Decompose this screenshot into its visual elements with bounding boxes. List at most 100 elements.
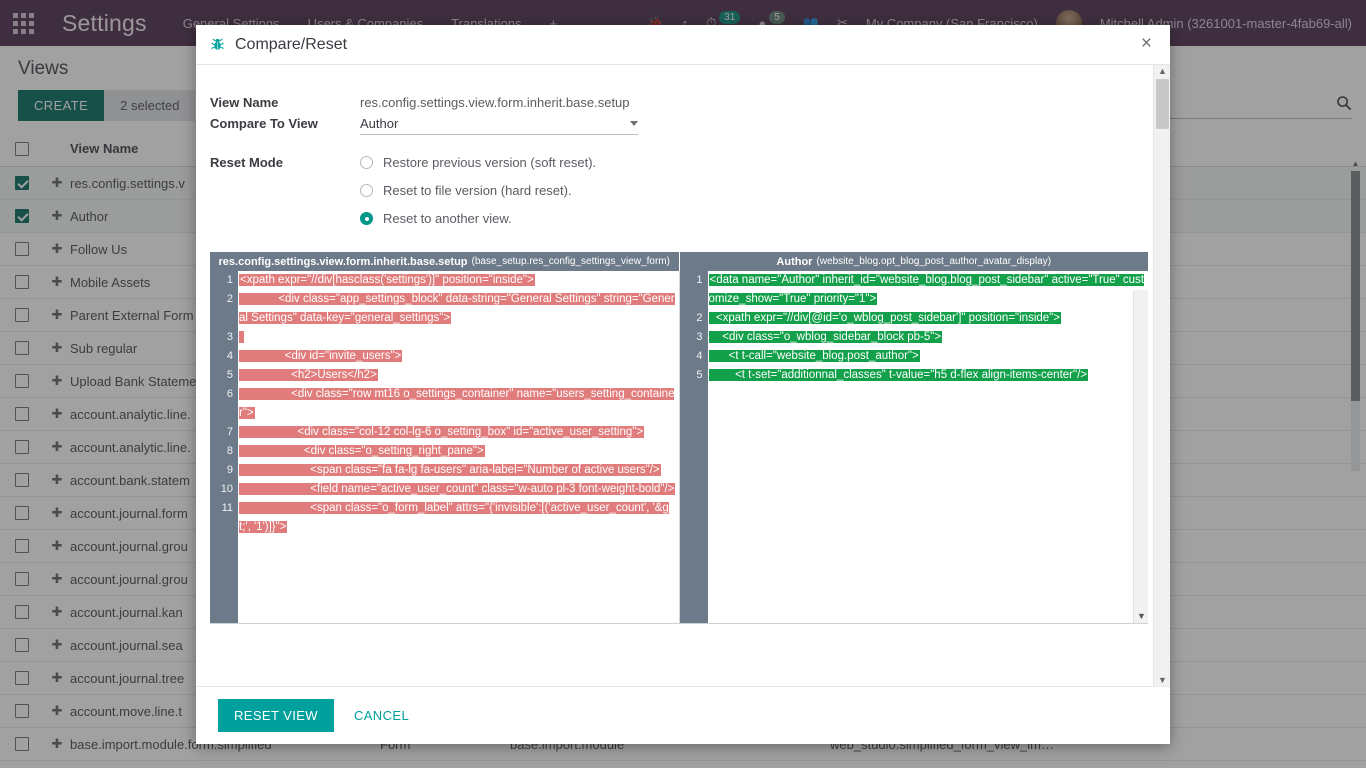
dialog-scroll-up-icon[interactable]: ▲: [1154, 66, 1170, 76]
reset-mode-option-label: Restore previous version (soft reset).: [383, 155, 597, 170]
diff-line-number: 1: [226, 274, 233, 286]
diff-line: [239, 328, 677, 347]
compare-to-view-row: Compare To View Author: [210, 116, 1148, 135]
reset-mode-label: Reset Mode: [210, 155, 283, 170]
diff-line-number: 9: [226, 464, 233, 476]
diff-line-text: <div class="col-12 col-lg-6 o_setting_bo…: [239, 426, 645, 438]
diff-line-text: <h2>Users</h2>: [239, 369, 378, 381]
diff-line-text: <div class="app_settings_block" data-str…: [239, 293, 675, 324]
diff-line-text: <data name="Author" inherit_id="website_…: [708, 274, 1145, 305]
diff-right-pane: 1 2 3 4 5 <data name="Author" inherit_id="we…: [679, 271, 1149, 623]
diff-line-text: <div class="o_wblog_sidebar_block pb-5">: [708, 331, 943, 343]
diff-vertical-scrollbar[interactable]: ▼: [1133, 290, 1148, 623]
dialog-footer: RESET VIEW CANCEL: [196, 686, 1170, 744]
diff-right-code: <data name="Author" inherit_id="website_…: [708, 271, 1149, 623]
compare-to-view-value: Author: [360, 116, 399, 131]
diff-line: <t t-call="website_blog.post_author">: [708, 347, 1147, 366]
diff-line-number: 1: [696, 274, 703, 286]
dialog-body: View Name res.config.settings.view.form.…: [196, 65, 1170, 686]
diff-line: <data name="Author" inherit_id="website_…: [708, 271, 1147, 309]
diff-gutter-filler: [210, 537, 233, 623]
diff-line-number: 10: [220, 483, 233, 495]
dialog-title: Compare/Reset: [235, 35, 348, 53]
diff-line-text: <div id="invite_users">: [239, 350, 403, 362]
cancel-button[interactable]: CANCEL: [348, 707, 415, 724]
diff-line: <div class="app_settings_block" data-str…: [239, 290, 677, 328]
diff-line-number: 2: [226, 293, 233, 305]
diff-line-number: 6: [226, 388, 233, 400]
view-name-row: View Name res.config.settings.view.form.…: [210, 95, 1148, 110]
radio-button[interactable]: [360, 156, 373, 169]
compare-to-view-select[interactable]: Author: [360, 116, 638, 135]
diff-line-number: 4: [696, 350, 703, 362]
reset-view-button[interactable]: RESET VIEW: [218, 699, 334, 732]
diff-left-subtitle: (base_setup.res_config_settings_view_for…: [471, 256, 670, 267]
diff-line-text: <xpath expr="//div[@id='o_wblog_post_sid…: [708, 312, 1061, 324]
radio-button[interactable]: [360, 184, 373, 197]
chevron-down-icon: [630, 121, 638, 126]
reset-mode-group: Reset Mode Restore previous version (sof…: [210, 155, 1148, 226]
diff-line-text: [239, 331, 245, 343]
reset-mode-option-2[interactable]: Reset to another view.: [360, 211, 596, 226]
compare-reset-dialog: Compare/Reset × View Name res.config.set…: [196, 25, 1170, 744]
diff-line-text: <field name="active_user_count" class="w…: [239, 483, 676, 495]
diff-right-line-numbers: 1 2 3 4 5: [679, 271, 708, 623]
diff-line-number: 2: [696, 312, 703, 324]
diff-right-subtitle: (website_blog.opt_blog_post_author_avata…: [816, 256, 1052, 267]
diff-line-number: 7: [226, 426, 233, 438]
diff-line: <xpath expr="//div[@id='o_wblog_post_sid…: [708, 309, 1147, 328]
diff-header: res.config.settings.view.form.inherit.ba…: [210, 252, 1148, 271]
diff-line-text: <span class="o_form_label" attrs="{'invi…: [239, 502, 669, 533]
diff-line: <xpath expr="//div[hasclass('settings')]…: [239, 271, 677, 290]
radio-button[interactable]: [360, 212, 373, 225]
compare-to-view-label: Compare To View: [210, 116, 318, 131]
diff-line-number: 5: [696, 369, 703, 381]
diff-viewer: res.config.settings.view.form.inherit.ba…: [210, 252, 1148, 624]
diff-gutter-filler: [680, 385, 703, 623]
diff-line: <div class="o_setting_right_pane">: [239, 442, 677, 461]
diff-line-number: 3: [226, 331, 233, 343]
reset-mode-option-0[interactable]: Restore previous version (soft reset).: [360, 155, 596, 170]
diff-right-header: Author (website_blog.opt_blog_post_autho…: [680, 252, 1149, 271]
diff-line-text: <div class="o_setting_right_pane">: [239, 445, 485, 457]
diff-line: <h2>Users</h2>: [239, 366, 677, 385]
diff-line: <div class="o_wblog_sidebar_block pb-5">: [708, 328, 1147, 347]
view-name-label: View Name: [210, 95, 279, 110]
close-icon[interactable]: ×: [1135, 31, 1158, 57]
diff-line-number: 3: [696, 331, 703, 343]
diff-line-text: <div class="row mt16 o_settings_containe…: [239, 388, 675, 419]
diff-content: 1 2 3 4 5 6 7 8 9 10 11 <xpath expr="//div[hasclas…: [210, 271, 1148, 623]
diff-line-text: <xpath expr="//div[hasclass('settings')]…: [239, 274, 535, 286]
view-name-value: res.config.settings.view.form.inherit.ba…: [360, 95, 630, 110]
diff-line: <div id="invite_users">: [239, 347, 677, 366]
diff-line-text: <span class="fa fa-lg fa-users" aria-lab…: [239, 464, 661, 476]
diff-left-code: <xpath expr="//div[hasclass('settings')]…: [238, 271, 679, 623]
diff-line-text: <t t-set="additionnal_classes" t-value="…: [708, 369, 1088, 381]
diff-line: <field name="active_user_count" class="w…: [239, 480, 677, 499]
diff-left-line-numbers: 1 2 3 4 5 6 7 8 9 10 11: [210, 271, 238, 623]
diff-line: <div class="col-12 col-lg-6 o_setting_bo…: [239, 423, 677, 442]
diff-line-number: 5: [226, 369, 233, 381]
reset-mode-option-1[interactable]: Reset to file version (hard reset).: [360, 183, 596, 198]
diff-line: <span class="fa fa-lg fa-users" aria-lab…: [239, 461, 677, 480]
dialog-vertical-scrollbar[interactable]: ▲ ▼: [1153, 65, 1170, 686]
diff-scroll-down-icon[interactable]: ▼: [1134, 611, 1148, 621]
diff-left-title: res.config.settings.view.form.inherit.ba…: [218, 255, 468, 268]
diff-right-title: Author: [776, 255, 813, 268]
dialog-scrollbar-thumb[interactable]: [1156, 79, 1169, 129]
diff-line-text: <t t-call="website_blog.post_author">: [708, 350, 920, 362]
reset-mode-option-label: Reset to file version (hard reset).: [383, 183, 572, 198]
diff-left-pane: 1 2 3 4 5 6 7 8 9 10 11 <xpath expr="//div[hasclas…: [210, 271, 679, 623]
reset-mode-option-label: Reset to another view.: [383, 211, 512, 226]
dialog-scroll-down-icon[interactable]: ▼: [1154, 675, 1170, 685]
diff-line-number: 11: [221, 502, 233, 514]
diff-line: <div class="row mt16 o_settings_containe…: [239, 385, 677, 423]
diff-line-number: 4: [226, 350, 233, 362]
diff-line-number: 8: [226, 445, 233, 457]
diff-line: <span class="o_form_label" attrs="{'invi…: [239, 499, 677, 537]
bug-icon: [210, 37, 225, 52]
dialog-header: Compare/Reset ×: [196, 25, 1170, 65]
diff-line: <t t-set="additionnal_classes" t-value="…: [708, 366, 1147, 385]
diff-left-header: res.config.settings.view.form.inherit.ba…: [210, 252, 679, 271]
reset-mode-options: Restore previous version (soft reset). Re…: [360, 155, 596, 226]
